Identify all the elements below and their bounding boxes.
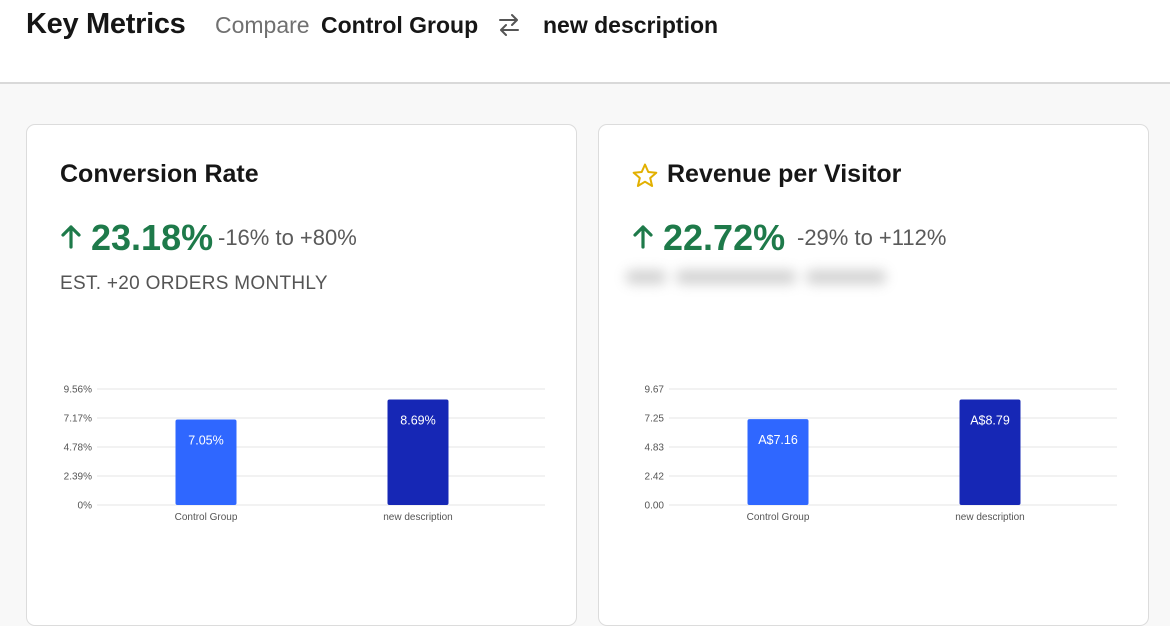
compare-variant-b[interactable]: new description (543, 12, 718, 39)
y-tick-label: 2.39% (64, 472, 92, 483)
y-tick-label: 9.56% (64, 385, 92, 396)
metric-lift-value: 23.18% (91, 217, 214, 258)
x-category-label: new description (955, 512, 1024, 523)
metric-estimate: EST. +20 ORDERS MONTHLY (60, 273, 328, 294)
y-tick-label: 9.67 (645, 385, 665, 396)
metric-lift-value: 22.72% (663, 217, 786, 258)
y-tick-label: 2.42 (645, 472, 665, 483)
metric-card-conversion-rate: Conversion Rate 23.18% -16% to +80% EST.… (26, 124, 577, 626)
bar-value-label: A$8.79 (970, 414, 1010, 428)
bar-value-label: 8.69% (400, 414, 435, 428)
compare-variant-a[interactable]: Control Group (321, 12, 478, 39)
y-tick-label: 0.00 (645, 501, 665, 512)
compare-label: Compare (215, 12, 310, 38)
metric-confidence-range: -16% to +80% (218, 225, 357, 250)
top-bar: Key Metrics Compare Control Group new de… (0, 0, 1170, 84)
metric-title: Revenue per Visitor (667, 160, 902, 188)
x-category-label: new description (383, 512, 452, 523)
up-arrow-icon (633, 225, 653, 249)
bar[interactable] (175, 419, 237, 505)
revenue-per-visitor-bar-chart: 0.00 2.42 4.83 7.25 9.67 A$7.16 Control Group A… (645, 385, 1117, 523)
star-outline-icon[interactable] (631, 162, 659, 190)
conversion-rate-bar-chart: 0% 2.39% 4.78% 7.17% 9.56% 7.05% Control Group… (64, 385, 545, 523)
swap-arrows-icon[interactable] (496, 12, 522, 38)
blurred-estimate (626, 268, 901, 296)
bar-value-label: 7.05% (188, 433, 223, 447)
metric-title: Conversion Rate (60, 160, 259, 188)
y-tick-label: 0% (78, 501, 93, 512)
y-tick-label: 7.17% (64, 414, 92, 425)
page-title: Key Metrics (26, 8, 186, 40)
x-category-label: Control Group (175, 512, 238, 523)
y-tick-label: 4.83 (645, 443, 665, 454)
x-category-label: Control Group (747, 512, 810, 523)
metric-confidence-range: -29% to +112% (797, 225, 947, 250)
y-tick-label: 7.25 (645, 414, 665, 425)
up-arrow-icon (61, 225, 81, 249)
y-tick-label: 4.78% (64, 443, 92, 454)
bar-value-label: A$7.16 (758, 433, 798, 447)
metric-card-revenue-per-visitor: Revenue per Visitor 22.72% -29% to +112%… (598, 124, 1149, 626)
bar[interactable] (747, 419, 809, 505)
